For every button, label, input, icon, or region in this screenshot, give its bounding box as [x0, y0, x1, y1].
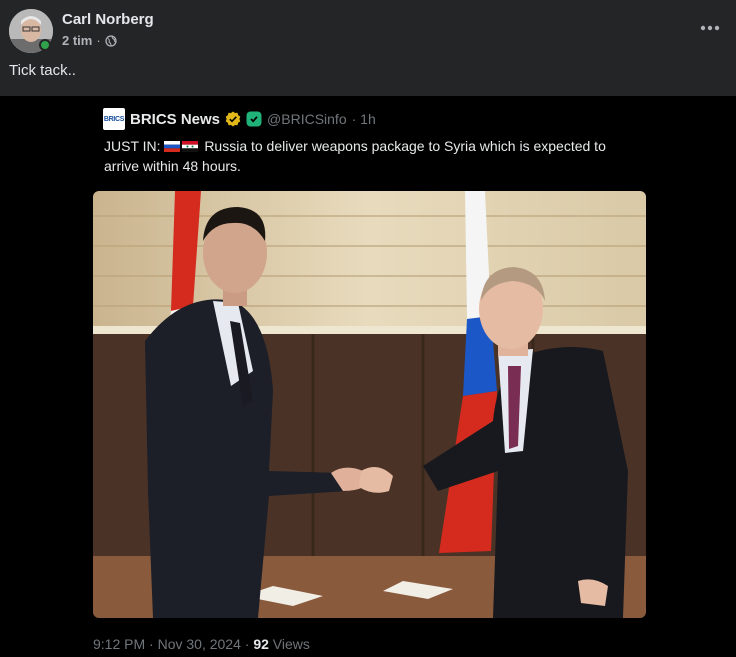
more-options-icon [700, 25, 720, 31]
tweet-header: BRICS BRICS News @BRICSinfo · 1h [103, 108, 376, 130]
tweet-age: · 1h [351, 111, 376, 127]
russia-flag-icon [164, 141, 181, 152]
author-name[interactable]: Carl Norberg [62, 11, 154, 28]
tweet-account-name: BRICS News [130, 110, 221, 128]
post-header: Carl Norberg 2 tim · Tick tack.. [0, 0, 736, 96]
tweet-views-count: 92 [253, 636, 269, 652]
affiliate-icon [246, 111, 262, 127]
globe-icon [105, 34, 117, 47]
online-status-dot [39, 39, 51, 51]
tweet-text-prefix: JUST IN: [104, 138, 161, 154]
post-meta: 2 tim · [62, 33, 117, 48]
tweet-screenshot[interactable]: BRICS BRICS News @BRICSinfo · 1h JUST IN… [93, 96, 646, 657]
tweet-handle: @BRICSinfo [267, 111, 347, 127]
more-options-button[interactable] [698, 16, 722, 40]
tweet-text: JUST IN: Russia to deliver weapons packa… [104, 136, 639, 176]
meta-separator: · [96, 33, 101, 48]
handshake-photo [93, 191, 646, 618]
verified-badge-icon [225, 111, 241, 127]
tweet-photo[interactable] [93, 191, 646, 618]
tweet-views-label: Views [268, 636, 310, 652]
tweet-timestamp: 9:12 PM · Nov 30, 2024 · [93, 636, 254, 652]
syria-flag-icon [182, 141, 199, 152]
tweet-footer: 9:12 PM · Nov 30, 2024 · 92 Views [93, 636, 310, 652]
post-time[interactable]: 2 tim [62, 33, 92, 48]
brics-logo: BRICS [103, 108, 125, 130]
post-caption: Tick tack.. [9, 62, 76, 79]
